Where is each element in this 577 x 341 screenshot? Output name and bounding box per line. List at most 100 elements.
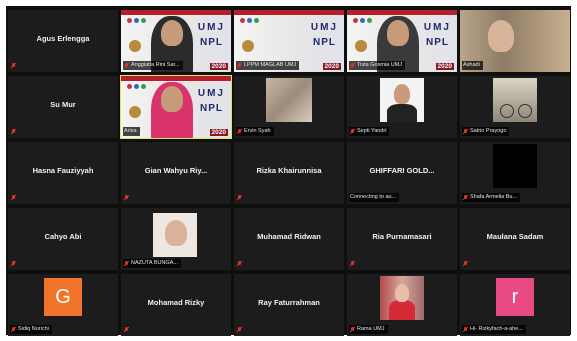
- participant-tile[interactable]: Gian Wahyu Riy...: [121, 142, 231, 204]
- bike-icon: [518, 104, 532, 118]
- participant-label: Anggiatta Rini Sar...: [123, 61, 183, 70]
- participant-label-text: Sidiq Nurichi: [18, 326, 49, 332]
- badge-icon: [129, 40, 141, 52]
- mic-muted-icon: [463, 194, 468, 201]
- participant-face: [488, 20, 514, 52]
- banner-stripe: [121, 10, 231, 15]
- mic-muted-icon: [124, 195, 129, 201]
- participant-name: Maulana Sadam: [486, 232, 544, 241]
- participant-label: Septi Yandri: [349, 127, 390, 136]
- mic-muted-icon: [11, 261, 16, 267]
- participant-tile[interactable]: Cahyo Abi: [8, 208, 118, 270]
- banner-subtitle: NPL: [200, 37, 223, 48]
- participant-label-text: Arisa: [124, 128, 137, 134]
- participant-label-text: Hi- Rizkyfach-a-ahe...: [470, 326, 523, 332]
- participant-label: Ervin Syah: [236, 127, 274, 136]
- participant-tile[interactable]: UMJ NPL 2020 Anggiatta Rini Sar...: [121, 10, 231, 72]
- participant-label-text: Shafa Armelia Bu...: [470, 194, 518, 200]
- participant-label-text: Anggiatta Rini Sar...: [131, 62, 180, 68]
- participant-tile[interactable]: Rizka Khairunnisa: [234, 142, 344, 204]
- participant-label: Rama UMJ: [349, 325, 388, 334]
- participant-name: Agus Erlengga: [36, 34, 90, 43]
- mic-muted-icon: [463, 128, 468, 135]
- participant-label: Connecting to au...: [349, 193, 400, 202]
- participant-label-text: Septi Yandri: [357, 128, 387, 134]
- participant-tile[interactable]: Maulana Sadam: [460, 208, 570, 270]
- participant-tile[interactable]: UMJ NPL 2020 LPPM MAGLAB UMJ: [234, 10, 344, 72]
- banner-year: 2020: [209, 129, 228, 136]
- participant-tile[interactable]: Muhamad Ridwan: [234, 208, 344, 270]
- banner-year: 2020: [435, 63, 454, 70]
- avatar: G: [44, 278, 82, 316]
- participant-name: Mohamad Rizky: [147, 298, 205, 307]
- participant-tile[interactable]: Shafa Armelia Bu...: [460, 142, 570, 204]
- participant-name: Muhamad Ridwan: [257, 232, 321, 241]
- sponsor-logos: [127, 18, 146, 23]
- participant-tile[interactable]: UMJ NPL 2020 Tista Gosmia UMJ: [347, 10, 457, 72]
- participant-face: [394, 84, 410, 104]
- mic-muted-icon: [350, 128, 355, 135]
- badge-icon: [129, 106, 141, 118]
- participant-label: Shafa Armelia Bu...: [462, 193, 521, 202]
- participant-face: [161, 86, 183, 112]
- avatar: r: [496, 278, 534, 316]
- participant-tile[interactable]: Su Mur: [8, 76, 118, 138]
- banner-title: UMJ: [310, 22, 338, 33]
- participant-face: [387, 20, 409, 46]
- participant-label: LPPM MAGLAB UMJ: [236, 61, 300, 70]
- participant-tile[interactable]: G Sidiq Nurichi: [8, 274, 118, 336]
- participant-tile[interactable]: Hasna Fauziyyah: [8, 142, 118, 204]
- participant-tile[interactable]: Ria Purnamasari: [347, 208, 457, 270]
- participant-tile[interactable]: Ashadi: [460, 10, 570, 72]
- participant-name: GHIFFARI GOLD...: [369, 166, 435, 175]
- mic-muted-icon: [237, 195, 242, 201]
- banner-title: UMJ: [423, 22, 451, 33]
- banner-year: 2020: [209, 63, 228, 70]
- mic-muted-icon: [11, 195, 16, 201]
- participant-tile[interactable]: Mohamad Rizky: [121, 274, 231, 336]
- participant-tile[interactable]: UMJ NPL 2020 Arisa: [120, 75, 232, 139]
- banner-subtitle: NPL: [313, 37, 336, 48]
- participant-name: Rizka Khairunnisa: [256, 166, 322, 175]
- mic-muted-icon: [124, 327, 129, 333]
- participant-tile[interactable]: r Hi- Rizkyfach-a-ahe...: [460, 274, 570, 336]
- banner-stripe: [347, 10, 457, 15]
- participant-tile[interactable]: Rama UMJ: [347, 274, 457, 336]
- participant-name: Ray Faturrahman: [258, 298, 320, 307]
- participant-tile[interactable]: NAZUTA BUNGA...: [121, 208, 231, 270]
- mic-muted-icon: [237, 62, 242, 69]
- sponsor-logos: [240, 18, 259, 23]
- participant-label-text: NAZUTA BUNGA...: [131, 260, 178, 266]
- participant-label: NAZUTA BUNGA...: [123, 259, 181, 268]
- participant-name: Gian Wahyu Riy...: [144, 166, 208, 175]
- sponsor-logos: [353, 18, 372, 23]
- participant-video: [266, 78, 312, 122]
- mic-muted-icon: [124, 62, 129, 69]
- sponsor-logos: [127, 84, 146, 89]
- mic-muted-icon: [11, 326, 16, 333]
- participant-face: [395, 284, 409, 302]
- participant-tile[interactable]: GHIFFARI GOLD... Connecting to au...: [347, 142, 457, 204]
- participant-name: Ria Purnamasari: [372, 232, 432, 241]
- participant-tile[interactable]: Ervin Syah: [234, 76, 344, 138]
- banner-subtitle: NPL: [200, 103, 223, 114]
- participant-tile[interactable]: Agus Erlengga: [8, 10, 118, 72]
- participant-label-text: Connecting to au...: [350, 194, 397, 200]
- participant-video: [493, 144, 537, 188]
- mic-muted-icon: [11, 129, 16, 135]
- participant-label-text: Ashadi: [463, 62, 480, 68]
- participant-name: Hasna Fauziyyah: [32, 166, 94, 175]
- participant-tile[interactable]: Satrio Prayogo: [460, 76, 570, 138]
- participant-tile[interactable]: Ray Faturrahman: [234, 274, 344, 336]
- participant-label: Arisa: [123, 127, 140, 136]
- mic-muted-icon: [350, 62, 355, 69]
- banner-title: UMJ: [197, 22, 225, 33]
- participant-tile[interactable]: Septi Yandri: [347, 76, 457, 138]
- participant-label: Sidiq Nurichi: [10, 325, 52, 334]
- bike-icon: [500, 104, 514, 118]
- participant-face: [161, 20, 183, 46]
- gallery-view: Agus Erlengga UMJ NPL 2020 Anggiatta Rini Sa…: [6, 6, 571, 336]
- participant-label-text: LPPM MAGLAB UMJ: [244, 62, 297, 68]
- mic-muted-icon: [124, 260, 129, 267]
- banner-title: UMJ: [197, 88, 225, 99]
